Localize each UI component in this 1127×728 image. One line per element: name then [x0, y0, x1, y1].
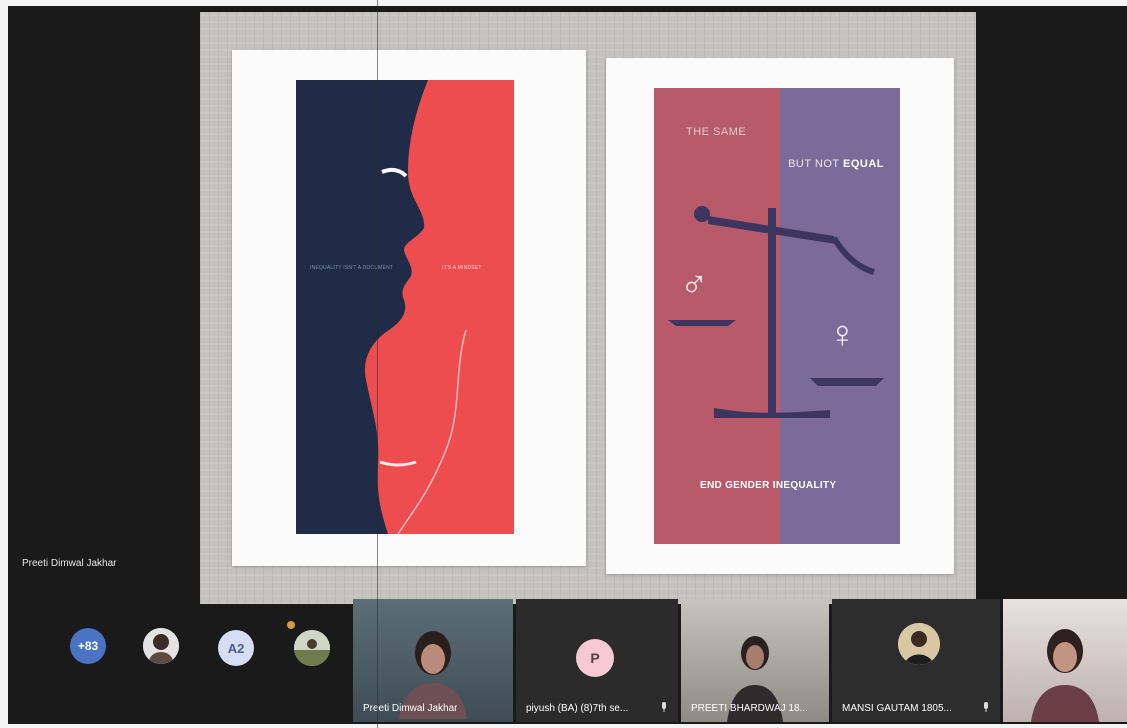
poster-card-right: THE SAME BUT NOT EQUAL ♂ ♀ END GENDER IN…: [606, 58, 954, 574]
video-tile[interactable]: P piyush (BA) (8)7th se...: [516, 599, 678, 722]
poster-label-not-equal: BUT NOT EQUAL: [788, 158, 884, 170]
participants-strip: +83 A2 Preeti Dimwal Jakhar P piyush (BA…: [8, 599, 1127, 724]
shared-screen: INEQUALITY ISN'T A DOCUMENT IT'S A MINDS…: [200, 12, 976, 604]
poster-gender-equality: THE SAME BUT NOT EQUAL ♂ ♀ END GENDER IN…: [654, 88, 900, 544]
participant-video-icon: [1031, 629, 1099, 722]
participant-name: piyush (BA) (8)7th se...: [526, 703, 629, 714]
scale-graphic: [654, 88, 900, 544]
participant-name: MANSI GAUTAM 1805...: [842, 703, 952, 714]
participant-avatar: [898, 623, 940, 665]
poster-slogan: END GENDER INEQUALITY: [700, 480, 837, 491]
raise-hand-icon: [287, 621, 295, 629]
mic-muted-icon: [662, 702, 666, 712]
video-tile[interactable]: PREETI BHARDWAJ 18...: [681, 599, 829, 722]
video-tile[interactable]: [1003, 599, 1127, 722]
silhouette-graphic: [296, 80, 514, 534]
participant-initials-avatar[interactable]: A2: [218, 630, 254, 666]
participant-avatar[interactable]: [294, 630, 330, 666]
male-symbol-icon: ♂: [680, 264, 709, 306]
participant-name: PREETI BHARDWAJ 18...: [691, 703, 808, 714]
participant-avatar[interactable]: [143, 628, 179, 664]
person-photo-icon: [898, 623, 940, 665]
person-photo-icon: [143, 628, 179, 664]
female-symbol-icon: ♀: [828, 314, 857, 356]
video-tile[interactable]: MANSI GAUTAM 1805...: [832, 599, 1000, 722]
presenter-name-label: Preeti Dimwal Jakhar: [22, 558, 117, 569]
poster-label-same: THE SAME: [686, 126, 747, 138]
mic-muted-icon: [984, 702, 988, 712]
participant-initial-avatar: P: [576, 639, 614, 677]
screen-divider-line: [377, 0, 378, 728]
meeting-window: INEQUALITY ISN'T A DOCUMENT IT'S A MINDS…: [8, 6, 1127, 724]
poster-caption-right: IT'S A MINDSET: [442, 265, 482, 271]
landscape-photo-icon: [294, 630, 330, 666]
poster-caption-left: INEQUALITY ISN'T A DOCUMENT: [310, 265, 394, 271]
poster-card-left: INEQUALITY ISN'T A DOCUMENT IT'S A MINDS…: [232, 50, 586, 566]
more-participants-button[interactable]: +83: [70, 628, 106, 664]
poster-profile-silhouette: INEQUALITY ISN'T A DOCUMENT IT'S A MINDS…: [296, 80, 514, 534]
